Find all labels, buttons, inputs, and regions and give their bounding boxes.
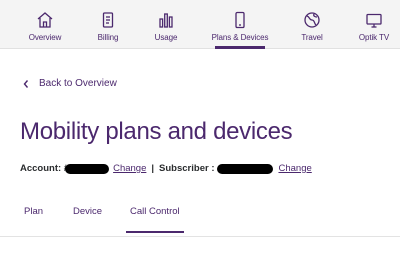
chevron-left-icon [22,79,30,89]
top-navigation: Overview Billing Usage Plans & Devices T… [0,0,400,49]
nav-item-overview[interactable]: Overview [16,0,74,49]
account-change-link[interactable]: Change [113,163,146,174]
tv-icon [365,11,383,29]
nav-item-usage[interactable]: Usage [137,0,195,49]
subscriber-label: Subscriber : [159,163,215,174]
nav-item-optik-tv[interactable]: Optik TV [345,0,400,49]
page-title: Mobility plans and devices [20,118,293,145]
nav-item-label: Billing [97,33,119,42]
account-label: Account: # [20,163,70,174]
nav-item-plans-devices[interactable]: Plans & Devices [211,0,269,49]
tabs-divider [0,236,400,237]
home-icon [36,11,54,29]
plan-tabs: Plan Device Call Control [0,200,400,236]
nav-item-label: Optik TV [358,33,390,42]
nav-item-label: Travel [301,33,323,42]
redacted-subscriber-number [217,163,274,174]
subscriber-change-link[interactable]: Change [278,163,311,174]
tab-plan[interactable]: Plan [24,206,43,217]
phone-icon [231,11,249,29]
back-to-overview-link[interactable]: Back to Overview [22,78,117,89]
nav-item-billing[interactable]: Billing [79,0,137,49]
bar-chart-icon [157,11,175,29]
nav-item-label: Overview [28,33,62,42]
nav-item-label: Usage [154,33,178,42]
back-link-label: Back to Overview [39,78,117,89]
nav-item-label: Plans & Devices [211,33,269,42]
tab-device[interactable]: Device [73,206,102,217]
redacted-account-number [65,163,110,174]
bill-icon [99,11,117,29]
tab-call-control[interactable]: Call Control [126,206,184,233]
separator: | [151,163,155,174]
globe-icon [303,11,321,29]
nav-item-travel[interactable]: Travel [283,0,341,49]
account-info: Account: # Change | Subscriber : Change [20,163,312,174]
